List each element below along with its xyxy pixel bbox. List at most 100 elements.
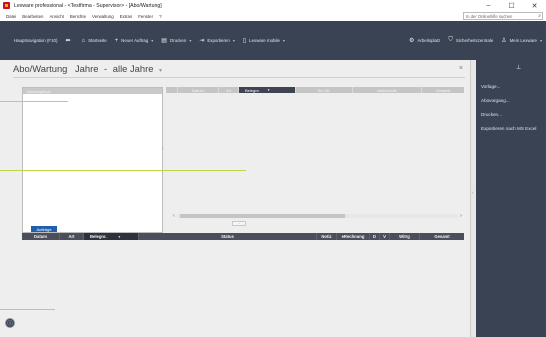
search-icon[interactable]: ⌕	[538, 13, 541, 19]
horizontal-scrollbar[interactable]: ‹ ›	[171, 213, 464, 219]
column-header-status[interactable]: Status	[139, 233, 317, 240]
online-help-search-placeholder: In der Onlinehilfe suchen	[466, 13, 513, 19]
auftraege-grid[interactable]	[22, 240, 464, 337]
info-icon[interactable]: ⓘ	[5, 318, 15, 328]
menu-extras[interactable]: Extras	[120, 14, 132, 19]
chevron-down-icon[interactable]: ▾	[159, 68, 162, 74]
splitter-grip-icon[interactable]: ⌄	[232, 221, 246, 226]
action-list: Vorlage... Abovorgang... Drucken... Expo…	[481, 84, 543, 140]
gear-icon: ⚙	[409, 38, 415, 44]
exportieren-label: Exportieren	[207, 38, 230, 43]
main-toolbar: Hauptnavigation (F10) ⬅ ⌂ Startseite + N…	[0, 21, 546, 60]
pin-icon[interactable]: ⊥	[516, 64, 521, 71]
column-header-gesamt[interactable]: Gesamt	[422, 87, 464, 93]
startseite-button[interactable]: ⌂ Startseite	[81, 38, 106, 44]
action-drucken[interactable]: Drucken...	[481, 112, 543, 118]
user-icon: ♙	[501, 38, 507, 44]
close-icon[interactable]: ×	[459, 65, 463, 72]
mein-lexware-button[interactable]: ♙ Mein Lexware ▾	[501, 37, 542, 44]
menu-bearbeiten[interactable]: Bearbeiten	[22, 14, 43, 19]
startseite-label: Startseite	[88, 38, 107, 43]
online-help-search-input[interactable]: In der Onlinehilfe suchen ⌕	[463, 12, 543, 20]
printer-icon: ▤	[161, 38, 167, 44]
chevron-down-icon[interactable]: ▾	[268, 88, 270, 92]
column-header-d[interactable]: D	[370, 233, 380, 240]
chevron-right-icon[interactable]: ›	[472, 190, 473, 195]
abovorgaenge-panel[interactable]: Abovorgänge	[22, 87, 163, 233]
main-content: Abo/Wartung Jahre - alle Jahre ▾ × Abovo…	[0, 60, 470, 337]
arbeitsplatz-button[interactable]: ⚙ Arbeitsplatz	[409, 37, 440, 44]
drucken-button[interactable]: ▤ Drucken ▾	[161, 37, 191, 44]
minimize-button[interactable]: –	[477, 0, 500, 11]
column-header-datum[interactable]: Datum	[22, 233, 60, 240]
panel-header: Abovorgänge	[23, 88, 162, 94]
menu-datei[interactable]: Datei	[6, 14, 16, 19]
sicherheitszentrale-label: Sicherheitszentrale	[455, 38, 494, 43]
tab-auftraege[interactable]: Aufträge	[31, 226, 57, 232]
vorgaenge-grid[interactable]: Datum Art Belegnr. ▾ Kd.-Nr. Matchcode G…	[166, 87, 464, 233]
menu-verwaltung[interactable]: Verwaltung	[92, 14, 114, 19]
column-header-notiz[interactable]: Notiz	[317, 233, 337, 240]
column-header-matchcode[interactable]: Matchcode	[353, 87, 422, 93]
toolbar-right-group: ⚙ Arbeitsplatz ⛉ Sicherheitszentrale ♙ M…	[409, 21, 542, 60]
scroll-track[interactable]	[177, 214, 458, 218]
callout-line	[0, 309, 55, 310]
shield-icon: ⛉	[448, 37, 453, 43]
menu-ansicht[interactable]: Ansicht	[50, 14, 64, 19]
neuer-auftrag-label: Neuer Auftrag	[121, 38, 149, 43]
action-abovorgang[interactable]: Abovorgang...	[481, 98, 543, 104]
menu-berichte[interactable]: Berichte	[70, 14, 86, 19]
column-header-art[interactable]: Art	[219, 87, 239, 93]
action-export-excel[interactable]: Exportieren nach MS Excel	[481, 126, 543, 132]
title-bar: Lexware professional - <Testfirma - Supe…	[0, 0, 546, 11]
year-filter-dropdown[interactable]: alle Jahre	[113, 63, 154, 74]
home-icon: ⌂	[81, 37, 86, 44]
main-navigation-label: Hauptnavigation (F10)	[14, 38, 58, 43]
column-header-belegnr-label: Belegnr.	[245, 87, 260, 93]
mein-lexware-label: Mein Lexware	[509, 38, 537, 43]
lexware-mobile-button[interactable]: ▯ Lexware mobile ▾	[243, 37, 285, 44]
scroll-right-icon[interactable]: ›	[458, 213, 464, 219]
column-header-v[interactable]: V	[380, 233, 390, 240]
chevron-down-icon[interactable]: ▾	[119, 235, 121, 239]
column-header-belegnr-label: Belegnr.	[90, 234, 107, 239]
menu-help[interactable]: ?	[159, 14, 161, 19]
chevron-down-icon: ▾	[189, 38, 192, 43]
column-header-erechnung[interactable]: eRechnung	[337, 233, 370, 240]
main-navigation-button[interactable]: Hauptnavigation (F10)	[14, 38, 57, 43]
close-window-button[interactable]: ✕	[523, 0, 546, 11]
chevron-down-icon: ▾	[282, 38, 285, 43]
column-header-witrg[interactable]: Witrg	[390, 233, 420, 240]
menu-bar: Datei Bearbeiten Ansicht Berichte Verwal…	[0, 11, 546, 21]
column-header-art[interactable]: Art	[60, 233, 84, 240]
mobile-icon: ▯	[242, 38, 247, 44]
column-header-belegnr[interactable]: Belegnr. ▾	[84, 233, 139, 240]
window-controls: – ☐ ✕	[477, 0, 546, 11]
panel-splitter[interactable]: ⌄	[0, 221, 470, 226]
neuer-auftrag-button[interactable]: + Neuer Auftrag ▾	[115, 38, 154, 44]
scroll-thumb[interactable]	[180, 214, 345, 218]
chevron-down-icon: ▾	[539, 38, 542, 43]
column-header-blank[interactable]	[166, 87, 178, 93]
page-title: Abo/Wartung Jahre - alle Jahre ▾	[13, 63, 162, 74]
exportieren-button[interactable]: ⇥ Exportieren ▾	[199, 37, 235, 44]
column-header-kdnr[interactable]: Kd.-Nr.	[296, 87, 353, 93]
menu-fenster[interactable]: Fenster	[138, 14, 153, 19]
sicherheitszentrale-button[interactable]: ⛉ Sicherheitszentrale	[448, 37, 493, 44]
action-vorlage[interactable]: Vorlage...	[481, 84, 543, 90]
drucken-label: Drucken	[169, 38, 187, 43]
years-dropdown[interactable]: Jahre	[75, 63, 98, 74]
plus-icon: +	[114, 37, 119, 44]
divider	[13, 77, 465, 78]
column-header-gesamt[interactable]: Gesamt	[420, 233, 464, 240]
column-header-belegnr[interactable]: Belegnr. ▾	[239, 87, 296, 93]
maximize-button[interactable]: ☐	[500, 0, 523, 11]
lexware-logo-icon	[3, 2, 10, 9]
callout-line	[0, 170, 246, 171]
chevron-down-icon: ▾	[151, 38, 154, 43]
export-icon: ⇥	[199, 38, 205, 44]
column-header-datum[interactable]: Datum	[178, 87, 219, 93]
back-button[interactable]: ⬅	[65, 37, 73, 44]
lexware-mobile-label: Lexware mobile	[249, 38, 280, 43]
chevron-right-icon[interactable]: ›	[162, 146, 164, 152]
